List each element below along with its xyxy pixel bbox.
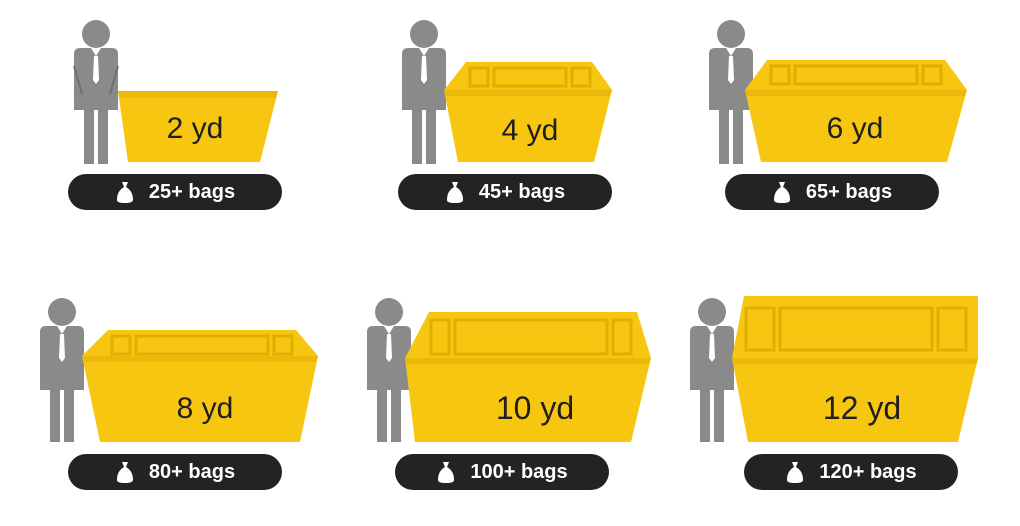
skip-bin bbox=[444, 62, 612, 162]
rubbish-bag-icon bbox=[438, 462, 455, 483]
skip-card-10yd: 10 yd 100+ bags bbox=[355, 296, 665, 496]
person-silhouette-icon bbox=[40, 298, 84, 442]
skip-card-2yd: 2 yd 25+ bags bbox=[60, 14, 290, 214]
person-silhouette-icon bbox=[402, 20, 446, 164]
bag-count-pill: 80+ bags bbox=[68, 454, 282, 490]
skip-card-12yd: 12 yd 120+ bags bbox=[682, 296, 992, 496]
bag-count-text: 45+ bags bbox=[478, 180, 566, 203]
bag-count-text: 120+ bags bbox=[819, 460, 917, 483]
bag-count-text: 100+ bags bbox=[470, 460, 568, 483]
skip-card-6yd: 6 yd 65+ bags bbox=[695, 14, 967, 214]
bag-count-text: 25+ bags bbox=[148, 180, 236, 203]
skip-bin bbox=[745, 60, 967, 162]
rubbish-bag-icon bbox=[116, 462, 133, 483]
skip-size-label: 4 yd bbox=[501, 114, 559, 147]
skip-size-label: 2 yd bbox=[166, 112, 224, 145]
person-silhouette-icon bbox=[367, 298, 411, 442]
bag-count-pill: 45+ bags bbox=[398, 174, 612, 210]
skip-card-8yd: 8 yd 80+ bags bbox=[30, 296, 330, 496]
skip-size-label: 8 yd bbox=[176, 392, 234, 425]
bag-count-pill: 25+ bags bbox=[68, 174, 282, 210]
rubbish-bag-icon bbox=[116, 182, 133, 203]
bag-count-text: 65+ bags bbox=[805, 180, 893, 203]
person-silhouette-icon bbox=[690, 298, 734, 442]
bag-count-text: 80+ bags bbox=[148, 460, 236, 483]
skip-bin bbox=[82, 330, 318, 442]
bag-count-pill: 100+ bags bbox=[395, 454, 609, 490]
bag-count-pill: 65+ bags bbox=[725, 174, 939, 210]
rubbish-bag-icon bbox=[446, 182, 463, 203]
skip-size-label: 10 yd bbox=[495, 390, 575, 426]
skip-size-label: 12 yd bbox=[822, 390, 902, 426]
bag-count-pill: 120+ bags bbox=[744, 454, 958, 490]
skip-card-4yd: 4 yd 45+ bags bbox=[390, 14, 620, 214]
skip-size-label: 6 yd bbox=[826, 112, 884, 145]
rubbish-bag-icon bbox=[787, 462, 804, 483]
rubbish-bag-icon bbox=[773, 182, 790, 203]
person-silhouette-icon bbox=[73, 20, 119, 164]
